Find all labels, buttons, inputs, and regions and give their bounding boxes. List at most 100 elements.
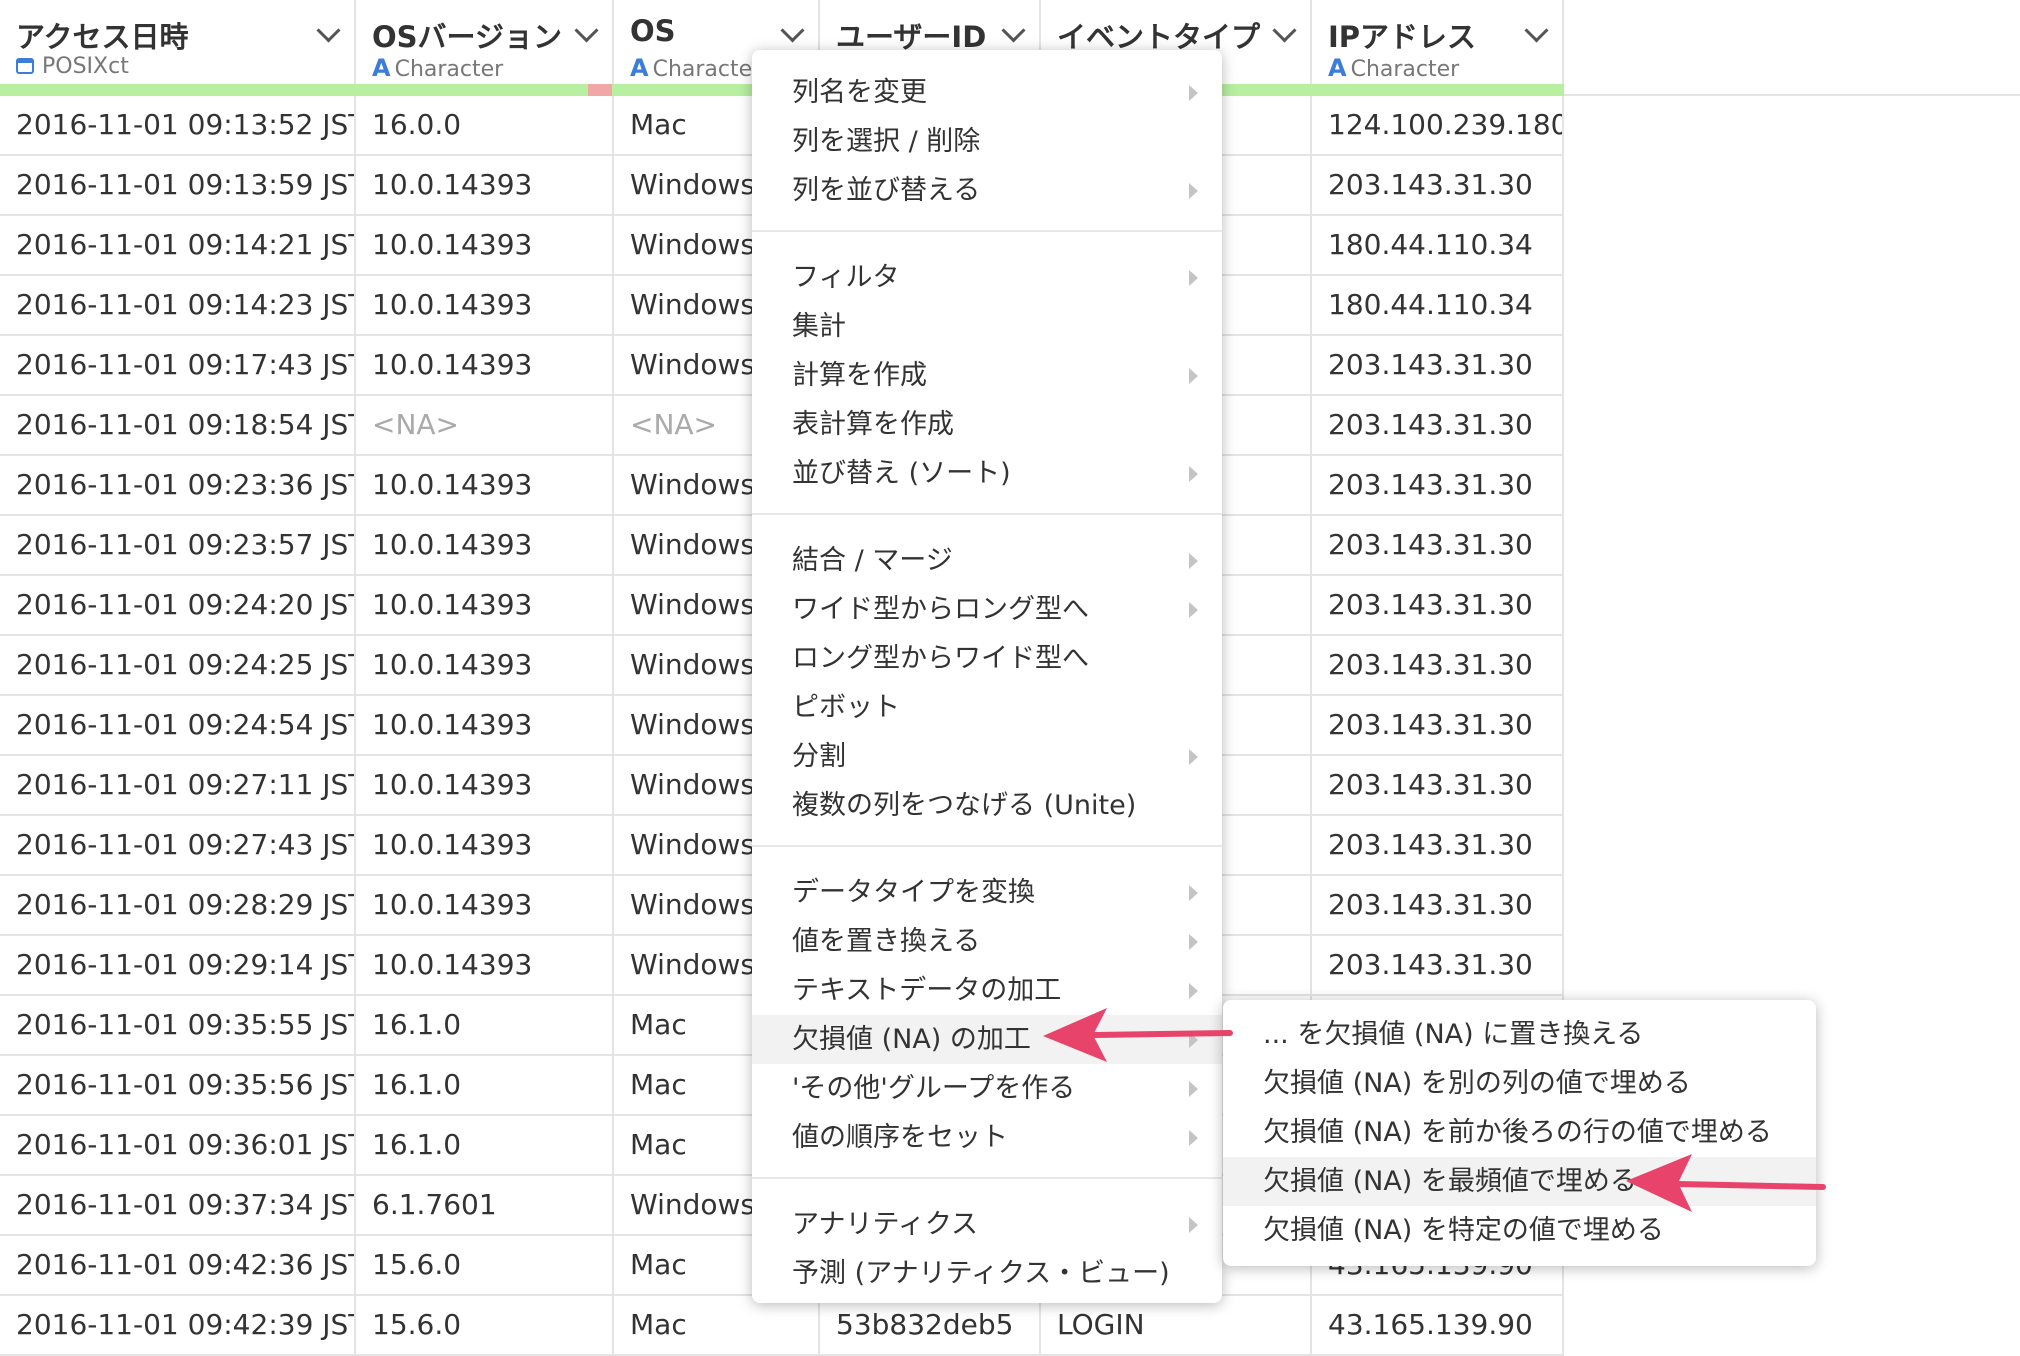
table-cell: 180.44.110.34 <box>1312 216 1564 274</box>
column-name: OSバージョン <box>372 20 562 54</box>
calendar-icon <box>16 58 34 74</box>
table-cell: 2016-11-01 09:23:36 JST <box>0 456 356 514</box>
table-cell: 180.44.110.34 <box>1312 276 1564 334</box>
character-type-icon: A <box>1328 54 1347 82</box>
chevron-down-icon[interactable] <box>780 18 805 43</box>
menu-item-label: 結合 / マージ <box>792 545 953 576</box>
table-cell: 15.6.0 <box>356 1296 614 1354</box>
na-quality-marker <box>588 84 612 96</box>
submenu-item[interactable]: ... を欠損値 (NA) に置き換える <box>1223 1010 1816 1059</box>
menu-item[interactable]: 複数の列をつなげる (Unite) <box>752 781 1222 830</box>
menu-item[interactable]: 集計 <box>752 302 1222 351</box>
chevron-down-icon[interactable] <box>574 18 599 43</box>
table-cell: 2016-11-01 09:24:54 JST <box>0 696 356 754</box>
menu-item[interactable]: ワイド型からロング型へ <box>752 585 1222 634</box>
table-cell: 203.143.31.30 <box>1312 936 1564 994</box>
chevron-down-icon[interactable] <box>1001 18 1026 43</box>
submenu-arrow-icon <box>1189 553 1198 569</box>
menu-item[interactable]: ロング型からワイド型へ <box>752 634 1222 683</box>
menu-item[interactable]: フィルタ <box>752 253 1222 302</box>
table-cell: 53b832deb5 <box>820 1296 1041 1354</box>
table-cell: 10.0.14393 <box>356 696 614 754</box>
menu-item[interactable]: アナリティクス <box>752 1200 1222 1249</box>
column-header[interactable]: OSバージョン A Character <box>356 0 614 84</box>
table-cell: 2016-11-01 09:23:57 JST <box>0 516 356 574</box>
table-cell: 203.143.31.30 <box>1312 336 1564 394</box>
menu-item-label: 予測 (アナリティクス・ビュー) <box>792 1258 1170 1289</box>
submenu-item-label: 欠損値 (NA) を特定の値で埋める <box>1263 1215 1664 1246</box>
column-header[interactable]: アクセス日時 POSIXct <box>0 0 356 84</box>
column-type: A Character <box>372 54 503 82</box>
submenu-arrow-icon <box>1189 183 1198 199</box>
menu-item-label: 分割 <box>792 741 846 772</box>
menu-item[interactable]: 値を置き換える <box>752 917 1222 966</box>
submenu-arrow-icon <box>1189 270 1198 286</box>
menu-item[interactable]: 予測 (アナリティクス・ビュー) <box>752 1249 1222 1298</box>
menu-item[interactable]: 並び替え (ソート) <box>752 449 1222 498</box>
menu-item[interactable]: 列を選択 / 削除 <box>752 117 1222 166</box>
table-cell: 15.6.0 <box>356 1236 614 1294</box>
menu-item-label: データタイプを変換 <box>792 877 1035 908</box>
table-cell: 203.143.31.30 <box>1312 636 1564 694</box>
column-type-label: Character <box>652 57 762 82</box>
table-cell: 10.0.14393 <box>356 216 614 274</box>
chevron-down-icon[interactable] <box>316 18 341 43</box>
menu-item-label: 集計 <box>792 311 846 342</box>
table-cell: 2016-11-01 09:35:55 JST <box>0 996 356 1054</box>
chevron-down-icon[interactable] <box>1524 18 1549 43</box>
column-context-menu: 列名を変更列を選択 / 削除 列を並び替えるフィルタ集計計算を作成表計算を作成 並び… <box>752 50 1222 1303</box>
menu-item[interactable]: 列名を変更 <box>752 68 1222 117</box>
table-cell: 10.0.14393 <box>356 876 614 934</box>
table-cell: 16.1.0 <box>356 1116 614 1174</box>
menu-item[interactable]: 結合 / マージ <box>752 536 1222 585</box>
chevron-down-icon[interactable] <box>1272 18 1297 43</box>
table-cell: 2016-11-01 09:14:23 JST <box>0 276 356 334</box>
submenu-item-label: 欠損値 (NA) を前か後ろの行の値で埋める <box>1263 1117 1772 1148</box>
table-cell: 10.0.14393 <box>356 336 614 394</box>
menu-item[interactable]: データタイプを変換 <box>752 868 1222 917</box>
menu-item[interactable]: 計算を作成 <box>752 351 1222 400</box>
column-type-label: POSIXct <box>42 54 129 79</box>
menu-item[interactable]: 分割 <box>752 732 1222 781</box>
table-row: 2016-11-01 09:42:39 JST 15.6.0 Mac 53b832de… <box>0 1296 1564 1356</box>
table-cell: 203.143.31.30 <box>1312 156 1564 214</box>
table-cell: 43.165.139.90 <box>1312 1296 1564 1354</box>
menu-item-label: ピボット <box>792 692 900 723</box>
menu-item[interactable]: 列を並び替える <box>752 166 1222 215</box>
menu-separator <box>752 513 1222 515</box>
table-cell: Mac <box>614 1296 820 1354</box>
menu-item-label: 値の順序をセット <box>792 1122 1008 1153</box>
submenu-item[interactable]: 欠損値 (NA) を別の列の値で埋める <box>1223 1059 1816 1108</box>
header-empty-area <box>1564 0 2020 96</box>
menu-item-label: フィルタ <box>792 262 900 293</box>
table-cell: 16.0.0 <box>356 96 614 154</box>
table-cell: 2016-11-01 09:42:39 JST <box>0 1296 356 1354</box>
table-cell: 2016-11-01 09:27:43 JST <box>0 816 356 874</box>
menu-item[interactable]: 'その他'グループを作る <box>752 1064 1222 1113</box>
menu-item[interactable]: 表計算を作成 <box>752 400 1222 449</box>
submenu-arrow-icon <box>1189 368 1198 384</box>
table-cell: 10.0.14393 <box>356 936 614 994</box>
submenu-arrow-icon <box>1189 983 1198 999</box>
table-cell: 2016-11-01 09:24:25 JST <box>0 636 356 694</box>
table-cell: 203.143.31.30 <box>1312 876 1564 934</box>
column-name: アクセス日時 <box>16 20 189 54</box>
table-cell: 203.143.31.30 <box>1312 456 1564 514</box>
submenu-arrow-icon <box>1189 885 1198 901</box>
column-type: POSIXct <box>16 54 129 79</box>
table-cell: 2016-11-01 09:14:21 JST <box>0 216 356 274</box>
table-cell: <NA> <box>356 396 614 454</box>
column-header[interactable]: IPアドレス A Character <box>1312 0 1564 84</box>
column-type-label: Character <box>1350 57 1460 82</box>
menu-item[interactable]: 値の順序をセット <box>752 1113 1222 1162</box>
column-type: A Character <box>1328 54 1459 82</box>
table-cell: 10.0.14393 <box>356 576 614 634</box>
menu-item[interactable]: ピボット <box>752 683 1222 732</box>
menu-item-label: 計算を作成 <box>792 360 927 391</box>
na-processing-submenu: ... を欠損値 (NA) に置き換える 欠損値 (NA) を別の列の値で埋める欠… <box>1223 1000 1816 1266</box>
data-quality-bar <box>0 84 356 96</box>
character-type-icon: A <box>372 54 391 82</box>
table-cell: 2016-11-01 09:28:29 JST <box>0 876 356 934</box>
annotation-arrow-submenu <box>1626 1154 1826 1212</box>
menu-item-label: 列名を変更 <box>792 77 927 108</box>
